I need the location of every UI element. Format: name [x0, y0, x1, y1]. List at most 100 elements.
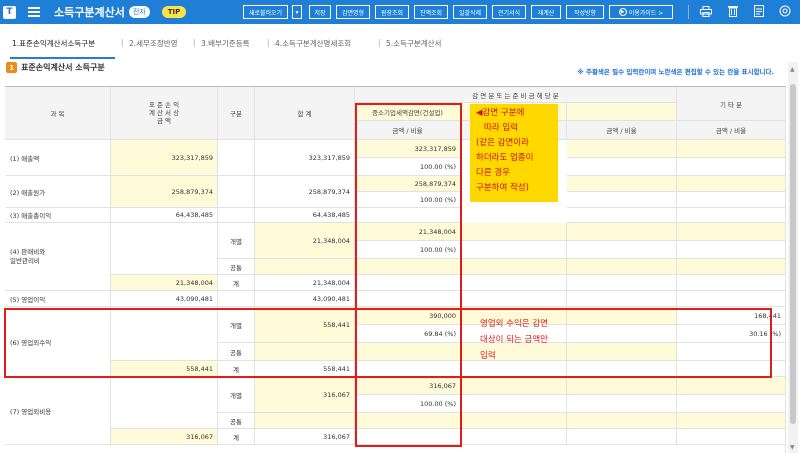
page-title: 소득구분계산서 [54, 6, 125, 19]
recalculate-button[interactable]: 재계산 [531, 5, 561, 19]
annotation-note: 영업외 수익은 감면 대상이 되는 금액만 입력 [480, 319, 548, 361]
header-standard-amount: 표 준 손 익계 산 서 상금 액 [111, 87, 218, 140]
division-total: 계 [218, 275, 255, 291]
bulk-delete-button[interactable]: 일괄삭제 [453, 5, 487, 19]
other-amount-cell [677, 291, 786, 307]
prior-form-button[interactable]: 전기서식 [492, 5, 526, 19]
app-logo: T [3, 5, 16, 19]
reduction-ratio-cell [567, 158, 677, 176]
reduction-common-cell[interactable] [567, 413, 677, 429]
ledger-view-button[interactable]: 원장조회 [375, 5, 409, 19]
tab-standard-income[interactable]: 1.표준손익계산서소득구분 [12, 38, 95, 49]
reduction-amount-cell[interactable] [461, 223, 567, 241]
other-common-cell[interactable] [677, 259, 786, 275]
reduction-common-cell[interactable] [567, 259, 677, 275]
tab-separator: | [121, 38, 124, 47]
total-cell[interactable]: 316,067 [255, 377, 355, 413]
usage-guide-button[interactable]: ▶ 이용가이드 > [609, 5, 673, 19]
division-individual: 개별 [218, 377, 255, 413]
menu-icon[interactable] [28, 7, 40, 17]
total-common-cell[interactable] [255, 259, 355, 275]
highlight-reduction-column [355, 103, 462, 447]
tab-separator: | [378, 38, 381, 47]
other-amount-cell [677, 208, 786, 223]
standard-amount-cell: 43,090,481 [111, 291, 218, 307]
other-amount-cell[interactable] [677, 223, 786, 241]
division-cell [218, 176, 255, 208]
other-amount-cell[interactable] [677, 176, 786, 192]
reload-button[interactable]: 새로불러오기 [243, 5, 288, 19]
settings-icon[interactable] [778, 4, 792, 18]
standard-amount-cell: 64,438,485 [111, 208, 218, 223]
other-amount-cell[interactable] [677, 140, 786, 158]
other-amount-cell[interactable] [677, 377, 786, 395]
total-cell: 323,317,859 [255, 140, 355, 176]
play-circle-icon: ▶ [618, 8, 627, 16]
tab-allocation-basis[interactable]: 3.배부기준등록 [201, 38, 250, 49]
tab-income-statement[interactable]: 5.소득구분계산서 [386, 38, 441, 49]
reduction-type-button[interactable]: 감면명형 [336, 5, 370, 19]
annotation-callout: ◀감면 구분에 따라 입력 (같은 감면이라 하더라도 업종이 다른 경우 구분… [470, 104, 558, 202]
row-label: (5) 영업이익 [5, 291, 111, 307]
total-common-cell[interactable] [255, 413, 355, 429]
division-cell [218, 208, 255, 223]
division-individual: 개별 [218, 223, 255, 259]
header-item: 과 목 [5, 87, 111, 140]
header-other: 기 타 분 [677, 87, 786, 121]
division-common: 공통 [218, 413, 255, 429]
row-label: (4) 판매비와 일반관리비 [5, 223, 111, 291]
standard-amount-cell[interactable]: 323,317,859 [111, 140, 218, 176]
reduction-ratio-cell [567, 241, 677, 259]
reduction-amount-cell[interactable] [567, 140, 677, 158]
scroll-thumb[interactable] [790, 84, 796, 424]
trash-icon[interactable] [726, 4, 740, 18]
reduction-common-cell[interactable] [461, 413, 567, 429]
highlight-non-operating-income-row [4, 308, 772, 378]
reduction-amount-cell[interactable] [567, 377, 677, 395]
row-label: (7) 영업외비용 [5, 377, 111, 445]
reduction-amount-cell[interactable] [461, 377, 567, 395]
scroll-up-icon[interactable]: ▲ [790, 66, 795, 73]
division-cell [218, 291, 255, 307]
row-label: (2) 매출원가 [5, 176, 111, 208]
reduction-total-cell [567, 429, 677, 445]
writing-direction-button[interactable]: 작성방향 [566, 5, 604, 19]
total-cell: 21,348,004 [255, 275, 355, 291]
document-icon[interactable] [752, 4, 766, 18]
standard-amount-blank [111, 377, 218, 429]
tab-separator: | [267, 38, 270, 47]
standard-amount-cell[interactable]: 258,879,374 [111, 176, 218, 208]
reduction-amount-cell [461, 291, 567, 307]
other-ratio-cell [677, 158, 786, 176]
header-amount-ratio: 금액 / 비율 [677, 121, 786, 140]
standard-amount-cell[interactable]: 21,348,004 [111, 275, 218, 291]
header-total: 합 계 [255, 87, 355, 140]
scroll-down-icon[interactable]: ▼ [790, 444, 795, 451]
reduction-amount-cell[interactable] [567, 223, 677, 241]
reduction-amount-cell [567, 291, 677, 307]
other-total-cell [677, 275, 786, 291]
tip-button[interactable]: TIP [161, 6, 187, 18]
balance-view-button[interactable]: 잔액조회 [414, 5, 448, 19]
other-common-cell[interactable] [677, 413, 786, 429]
reduction-amount-cell[interactable] [567, 176, 677, 192]
row-label: (3) 매출총이익 [5, 208, 111, 223]
usage-guide-label: 이용가이드 > [628, 9, 664, 17]
reduction-common-cell[interactable] [461, 259, 567, 275]
standard-amount-blank [111, 223, 218, 275]
tab-bar: 1.표준손익계산서소득구분 | 2.세무조정반영 | 3.배부기준등록 | 4.… [0, 24, 800, 60]
tab-tax-adjustment[interactable]: 2.세무조정반영 [129, 38, 178, 49]
total-cell[interactable]: 21,348,004 [255, 223, 355, 259]
section-title: 표준손익계산서 소득구분 [21, 63, 105, 72]
reduction-ratio-cell [461, 395, 567, 413]
standard-amount-cell[interactable]: 316,067 [111, 429, 218, 445]
tab-detail-view[interactable]: 4.소득구분계산명세조회 [275, 38, 351, 49]
reduction-total-cell [567, 275, 677, 291]
other-total-cell [677, 429, 786, 445]
vertical-scrollbar[interactable]: ▲ ▼ [788, 62, 798, 453]
total-cell: 64,438,485 [255, 208, 355, 223]
reduction-ratio-cell [567, 192, 677, 208]
print-icon[interactable] [699, 4, 713, 18]
save-button[interactable]: 저장 [309, 5, 331, 19]
reload-dropdown-button[interactable]: ▾ [292, 5, 302, 19]
